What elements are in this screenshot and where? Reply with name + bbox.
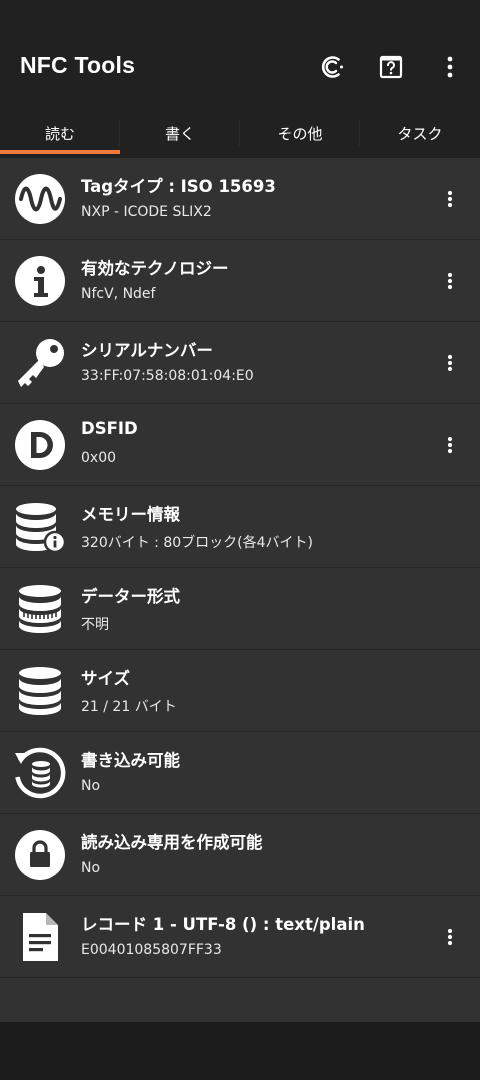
- lock-icon: [15, 830, 65, 880]
- row-subtitle: NfcV, Ndef: [81, 286, 156, 302]
- tag-info-list: Tagタイプ : ISO 15693 NXP - ICODE SLIX2 有効な…: [0, 158, 480, 1022]
- row-subtitle: NXP - ICODE SLIX2: [81, 204, 212, 220]
- row-subtitle: No: [81, 778, 101, 794]
- row-subtitle: E00401085807FF33: [81, 942, 222, 958]
- more-vert-icon: [447, 354, 453, 372]
- row-more-button[interactable]: [438, 432, 462, 458]
- d-letter-icon: [15, 420, 65, 470]
- list-item-can-make-readonly[interactable]: 読み込み専用を作成可能 No: [0, 814, 480, 896]
- help-button[interactable]: [371, 46, 411, 88]
- tab-write[interactable]: 書く: [120, 108, 240, 158]
- row-more-button[interactable]: [438, 350, 462, 376]
- list-item-record-1[interactable]: レコード 1 - UTF-8 () : text/plain E00401085…: [0, 896, 480, 978]
- row-title: 書き込み可能: [81, 751, 180, 770]
- list-item-serial-number[interactable]: シリアルナンバー 33:FF:07:58:08:01:04:E0: [0, 322, 480, 404]
- row-subtitle: 21 / 21 バイト: [81, 699, 177, 715]
- row-title: 有効なテクノロジー: [81, 259, 229, 278]
- tab-other-label: その他: [277, 124, 323, 143]
- database-info-icon: [16, 503, 66, 553]
- row-subtitle: 33:FF:07:58:08:01:04:E0: [81, 368, 254, 384]
- database-format-icon: [19, 585, 61, 633]
- info-icon: [15, 256, 65, 306]
- list-item-data-format[interactable]: データー形式 不明: [0, 568, 480, 650]
- more-vert-icon: [447, 436, 453, 454]
- waveform-icon: [15, 174, 65, 224]
- row-title: レコード 1 - UTF-8 () : text/plain: [81, 915, 365, 934]
- row-title: Tagタイプ : ISO 15693: [81, 177, 276, 196]
- help-icon: [379, 55, 403, 79]
- nfc-button[interactable]: [312, 46, 352, 88]
- row-subtitle: No: [81, 860, 101, 876]
- tab-read-label: 読む: [44, 124, 75, 143]
- nfc-c-icon: [321, 56, 343, 78]
- list-item-size[interactable]: サイズ 21 / 21 バイト: [0, 650, 480, 732]
- tab-tasks[interactable]: タスク: [360, 108, 480, 158]
- list-item-writable[interactable]: 書き込み可能 No: [0, 732, 480, 814]
- row-title: サイズ: [81, 669, 131, 688]
- active-tab-indicator: [0, 150, 120, 154]
- tab-other[interactable]: その他: [240, 108, 360, 158]
- row-title: DSFID: [81, 419, 138, 438]
- row-more-button[interactable]: [438, 924, 462, 950]
- app-title: NFC Tools: [20, 52, 136, 78]
- more-vert-icon: [447, 190, 453, 208]
- key-icon: [18, 339, 64, 387]
- row-title: 読み込み専用を作成可能: [81, 833, 263, 852]
- row-subtitle: 不明: [81, 617, 109, 633]
- row-title: シリアルナンバー: [81, 341, 213, 360]
- more-vert-icon: [447, 272, 453, 290]
- tab-tasks-label: タスク: [397, 124, 443, 143]
- row-subtitle: 0x00: [81, 450, 117, 466]
- database-icon: [19, 667, 61, 715]
- row-more-button[interactable]: [438, 186, 462, 212]
- more-vert-icon: [447, 928, 453, 946]
- row-title: メモリー情報: [81, 505, 180, 524]
- more-vert-icon: [447, 56, 453, 78]
- tab-write-label: 書く: [164, 124, 195, 143]
- row-more-button[interactable]: [438, 268, 462, 294]
- app-bar: NFC Tools: [0, 0, 480, 108]
- row-title: データー形式: [81, 587, 180, 606]
- row-subtitle: 320バイト : 80ブロック(各4バイト): [81, 535, 313, 551]
- overflow-menu-button[interactable]: [430, 46, 470, 88]
- document-icon: [23, 913, 58, 961]
- tab-bar: 読む 書く その他 タスク: [0, 108, 480, 158]
- list-item-tag-type[interactable]: Tagタイプ : ISO 15693 NXP - ICODE SLIX2: [0, 158, 480, 240]
- list-item-technologies[interactable]: 有効なテクノロジー NfcV, Ndef: [0, 240, 480, 322]
- list-item-dsfid[interactable]: DSFID 0x00: [0, 404, 480, 486]
- bottom-bar: [0, 1022, 480, 1080]
- list-item-memory-info[interactable]: メモリー情報 320バイト : 80ブロック(各4バイト): [0, 486, 480, 568]
- database-refresh-icon: [15, 747, 66, 799]
